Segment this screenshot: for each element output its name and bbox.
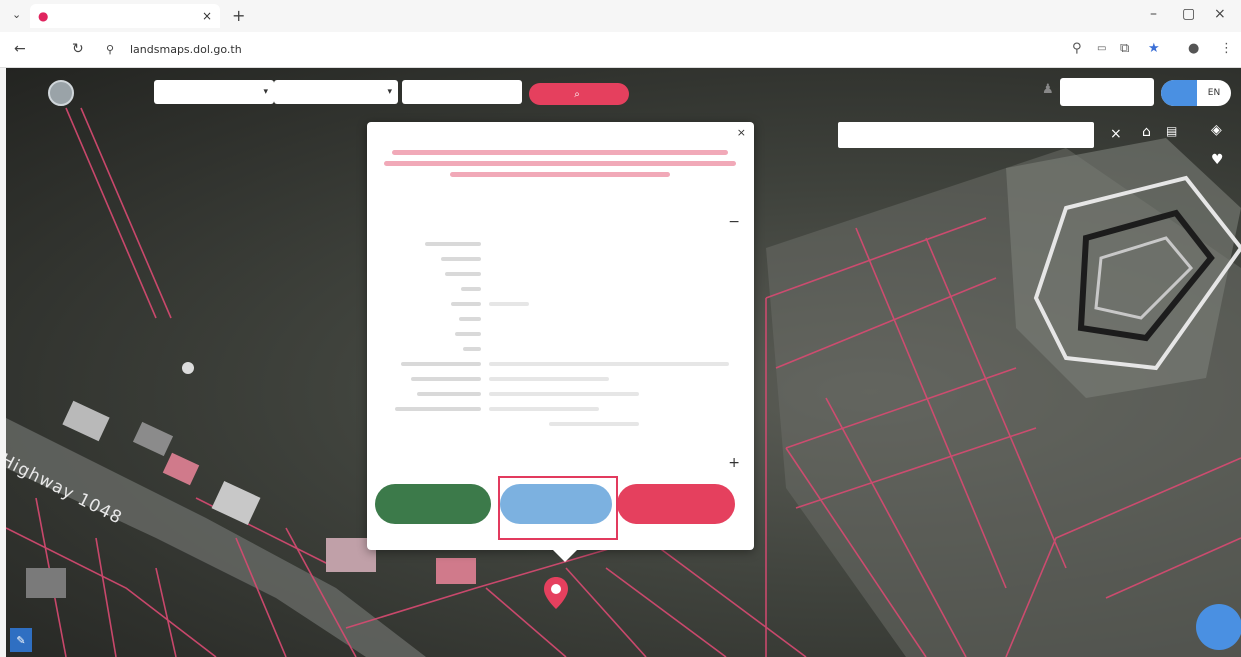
info-row xyxy=(381,236,741,251)
ruler-icon[interactable]: ▤ xyxy=(1166,124,1177,138)
new-tab-button[interactable]: + xyxy=(232,6,245,25)
info-row xyxy=(381,356,741,371)
info-row xyxy=(381,326,741,341)
address-search-input[interactable] xyxy=(838,122,1094,148)
bookmark-star-icon[interactable]: ★ xyxy=(1148,41,1160,56)
user-icon[interactable]: ♟ xyxy=(1042,82,1054,97)
translate-icon[interactable]: ⧉ xyxy=(1120,41,1129,56)
highlight-box xyxy=(498,476,618,540)
info-row xyxy=(381,296,741,311)
favorite-heart-icon[interactable]: ♥ xyxy=(1211,152,1224,168)
district-select[interactable]: ▾ xyxy=(274,80,398,104)
expand-icon[interactable]: + xyxy=(728,455,740,471)
pin-favicon-icon: ● xyxy=(38,9,49,23)
info-row xyxy=(381,386,741,401)
browser-addressbar: ← ↻ ⚲ landsmaps.dol.go.th ⚲ ▭ ⧉ ★ ● ⋮ xyxy=(0,32,1241,68)
info-row xyxy=(381,311,741,326)
info-row xyxy=(381,401,741,416)
profile-icon[interactable]: ● xyxy=(1188,41,1199,56)
browser-tabbar: ⌄ ● × + – ▢ × xyxy=(0,0,1241,32)
language-toggle[interactable]: EN xyxy=(1161,80,1231,106)
site-info-icon[interactable]: ⚲ xyxy=(106,43,114,56)
landsmaps-logo[interactable] xyxy=(48,80,74,106)
search-button[interactable]: ⌕ xyxy=(529,83,629,105)
info-row xyxy=(381,371,741,386)
location-icon[interactable]: ⚲ xyxy=(1072,41,1082,56)
parcel-info-popup: × − + xyxy=(367,122,754,562)
info-row xyxy=(381,251,741,266)
login-input[interactable] xyxy=(1060,78,1154,106)
info-row xyxy=(381,416,741,431)
home-icon[interactable]: ⌂ xyxy=(1142,124,1151,140)
clear-icon[interactable]: × xyxy=(1110,126,1122,142)
chevron-down-icon: ▾ xyxy=(263,87,268,97)
lang-th[interactable] xyxy=(1161,80,1197,106)
layers-icon[interactable]: ◈ xyxy=(1211,122,1222,138)
popup-close-button[interactable]: × xyxy=(737,126,746,139)
url-text[interactable]: landsmaps.dol.go.th xyxy=(130,43,242,56)
minimize-button[interactable]: – xyxy=(1150,6,1157,22)
back-arrow-icon[interactable]: ← xyxy=(14,41,26,57)
parcel-info-rows xyxy=(381,236,741,431)
search-icon: ⌕ xyxy=(574,88,580,100)
extension-icon[interactable]: ▭ xyxy=(1097,43,1106,54)
province-select[interactable]: ▾ xyxy=(154,80,274,104)
popup-notice-text xyxy=(377,144,743,198)
parcel-number-input[interactable] xyxy=(402,80,522,104)
info-row xyxy=(381,281,741,296)
reload-icon[interactable]: ↻ xyxy=(72,41,84,57)
info-row xyxy=(381,341,741,356)
maximize-button[interactable]: ▢ xyxy=(1182,6,1195,22)
browser-tab[interactable]: ● × xyxy=(30,4,220,28)
tab-close-button[interactable]: × xyxy=(202,9,212,23)
collapse-icon[interactable]: − xyxy=(728,214,740,230)
close-popup-button[interactable] xyxy=(617,484,735,524)
info-row xyxy=(381,266,741,281)
menu-kebab-icon[interactable]: ⋮ xyxy=(1220,41,1233,56)
tab-list-chevron-icon[interactable]: ⌄ xyxy=(12,8,21,21)
save-parcel-button[interactable] xyxy=(375,484,491,524)
draw-tool-button[interactable]: ✎ xyxy=(10,628,32,652)
lang-en[interactable]: EN xyxy=(1197,80,1231,106)
chevron-down-icon: ▾ xyxy=(387,87,392,97)
map-action-button[interactable] xyxy=(1196,604,1241,650)
close-window-button[interactable]: × xyxy=(1214,6,1226,22)
location-pin-icon[interactable] xyxy=(543,576,569,610)
